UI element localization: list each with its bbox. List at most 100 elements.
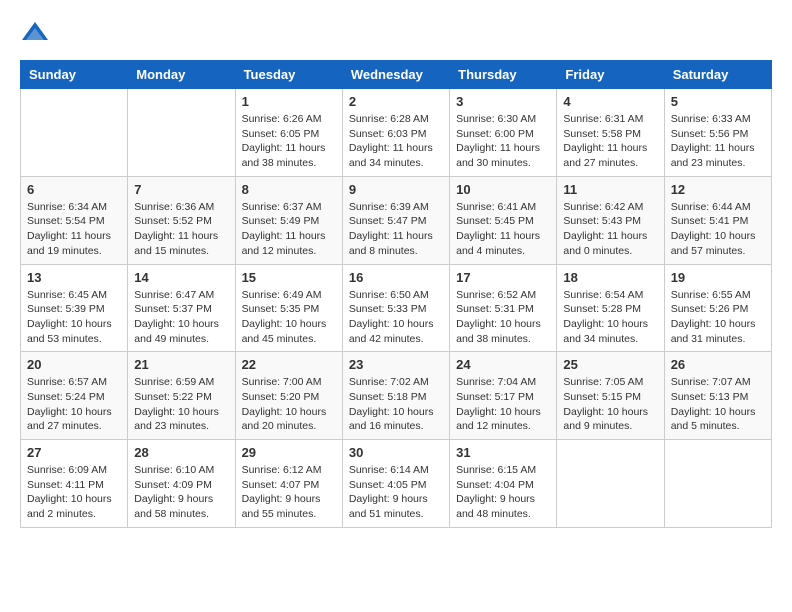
day-number: 6 xyxy=(27,182,121,197)
day-detail: Sunrise: 6:50 AM Sunset: 5:33 PM Dayligh… xyxy=(349,288,443,347)
calendar-cell: 3Sunrise: 6:30 AM Sunset: 6:00 PM Daylig… xyxy=(450,89,557,177)
calendar-cell: 18Sunrise: 6:54 AM Sunset: 5:28 PM Dayli… xyxy=(557,264,664,352)
calendar-cell: 29 Sunrise: 6:12 AM Sunset: 4:07 PM Dayli… xyxy=(235,440,342,528)
calendar-cell xyxy=(557,440,664,528)
day-number: 11 xyxy=(563,182,657,197)
day-detail: Sunrise: 6:55 AM Sunset: 5:26 PM Dayligh… xyxy=(671,288,765,347)
calendar-cell: 31 Sunrise: 6:15 AM Sunset: 4:04 PM Dayli… xyxy=(450,440,557,528)
day-number: 3 xyxy=(456,94,550,109)
day-detail: Sunrise: 7:04 AM Sunset: 5:17 PM Dayligh… xyxy=(456,375,550,434)
calendar-cell xyxy=(664,440,771,528)
day-detail: Sunrise: 6:54 AM Sunset: 5:28 PM Dayligh… xyxy=(563,288,657,347)
day-number: 15 xyxy=(242,270,336,285)
page-header xyxy=(20,20,772,50)
logo-icon xyxy=(20,20,50,50)
day-detail: Sunrise: 6:39 AM Sunset: 5:47 PM Dayligh… xyxy=(349,200,443,259)
day-number: 24 xyxy=(456,357,550,372)
calendar-cell: 30 Sunrise: 6:14 AM Sunset: 4:05 PM Dayli… xyxy=(342,440,449,528)
calendar-week-row: 1 Sunrise: 6:26 AM Sunset: 6:05 PM Daylig… xyxy=(21,89,772,177)
calendar-cell: 27 Sunrise: 6:09 AM Sunset: 4:11 PM Dayli… xyxy=(21,440,128,528)
day-of-week-header: Saturday xyxy=(664,61,771,89)
calendar-cell: 19 Sunrise: 6:55 AM Sunset: 5:26 PM Dayli… xyxy=(664,264,771,352)
day-detail: Sunrise: 6:44 AM Sunset: 5:41 PM Dayligh… xyxy=(671,200,765,259)
day-number: 29 xyxy=(242,445,336,460)
day-detail: Sunrise: 6:37 AM Sunset: 5:49 PM Dayligh… xyxy=(242,200,336,259)
calendar-cell: 2 Sunrise: 6:28 AM Sunset: 6:03 PM Daylig… xyxy=(342,89,449,177)
calendar-cell xyxy=(21,89,128,177)
day-detail: Sunrise: 6:59 AM Sunset: 5:22 PM Dayligh… xyxy=(134,375,228,434)
calendar-cell: 11 Sunrise: 6:42 AM Sunset: 5:43 PM Dayli… xyxy=(557,176,664,264)
day-detail: Sunrise: 6:10 AM Sunset: 4:09 PM Dayligh… xyxy=(134,463,228,522)
calendar-week-row: 13 Sunrise: 6:45 AM Sunset: 5:39 PM Dayli… xyxy=(21,264,772,352)
day-detail: Sunrise: 6:12 AM Sunset: 4:07 PM Dayligh… xyxy=(242,463,336,522)
day-detail: Sunrise: 7:05 AM Sunset: 5:15 PM Dayligh… xyxy=(563,375,657,434)
day-number: 21 xyxy=(134,357,228,372)
day-number: 10 xyxy=(456,182,550,197)
day-detail: Sunrise: 6:15 AM Sunset: 4:04 PM Dayligh… xyxy=(456,463,550,522)
calendar-header-row: SundayMondayTuesdayWednesdayThursdayFrid… xyxy=(21,61,772,89)
day-number: 13 xyxy=(27,270,121,285)
calendar-cell: 24 Sunrise: 7:04 AM Sunset: 5:17 PM Dayli… xyxy=(450,352,557,440)
day-detail: Sunrise: 6:42 AM Sunset: 5:43 PM Dayligh… xyxy=(563,200,657,259)
day-detail: Sunrise: 6:45 AM Sunset: 5:39 PM Dayligh… xyxy=(27,288,121,347)
day-detail: Sunrise: 6:34 AM Sunset: 5:54 PM Dayligh… xyxy=(27,200,121,259)
calendar-cell: 15Sunrise: 6:49 AM Sunset: 5:35 PM Dayli… xyxy=(235,264,342,352)
day-detail: Sunrise: 6:26 AM Sunset: 6:05 PM Dayligh… xyxy=(242,112,336,171)
day-number: 16 xyxy=(349,270,443,285)
day-number: 28 xyxy=(134,445,228,460)
calendar-cell: 14 Sunrise: 6:47 AM Sunset: 5:37 PM Dayli… xyxy=(128,264,235,352)
calendar-cell: 17 Sunrise: 6:52 AM Sunset: 5:31 PM Dayli… xyxy=(450,264,557,352)
calendar-cell: 20Sunrise: 6:57 AM Sunset: 5:24 PM Dayli… xyxy=(21,352,128,440)
calendar-cell: 4 Sunrise: 6:31 AM Sunset: 5:58 PM Daylig… xyxy=(557,89,664,177)
day-number: 9 xyxy=(349,182,443,197)
logo xyxy=(20,20,56,50)
calendar-week-row: 20Sunrise: 6:57 AM Sunset: 5:24 PM Dayli… xyxy=(21,352,772,440)
day-number: 12 xyxy=(671,182,765,197)
calendar-cell: 9 Sunrise: 6:39 AM Sunset: 5:47 PM Daylig… xyxy=(342,176,449,264)
calendar-cell xyxy=(128,89,235,177)
day-number: 14 xyxy=(134,270,228,285)
day-detail: Sunrise: 7:00 AM Sunset: 5:20 PM Dayligh… xyxy=(242,375,336,434)
calendar-cell: 7Sunrise: 6:36 AM Sunset: 5:52 PM Daylig… xyxy=(128,176,235,264)
day-number: 7 xyxy=(134,182,228,197)
day-detail: Sunrise: 6:41 AM Sunset: 5:45 PM Dayligh… xyxy=(456,200,550,259)
day-number: 17 xyxy=(456,270,550,285)
day-of-week-header: Wednesday xyxy=(342,61,449,89)
calendar-cell: 16 Sunrise: 6:50 AM Sunset: 5:33 PM Dayli… xyxy=(342,264,449,352)
day-number: 26 xyxy=(671,357,765,372)
day-number: 19 xyxy=(671,270,765,285)
calendar-cell: 13 Sunrise: 6:45 AM Sunset: 5:39 PM Dayli… xyxy=(21,264,128,352)
day-number: 4 xyxy=(563,94,657,109)
day-number: 8 xyxy=(242,182,336,197)
calendar-cell: 6 Sunrise: 6:34 AM Sunset: 5:54 PM Daylig… xyxy=(21,176,128,264)
calendar-cell: 25Sunrise: 7:05 AM Sunset: 5:15 PM Dayli… xyxy=(557,352,664,440)
day-detail: Sunrise: 6:52 AM Sunset: 5:31 PM Dayligh… xyxy=(456,288,550,347)
calendar-cell: 5Sunrise: 6:33 AM Sunset: 5:56 PM Daylig… xyxy=(664,89,771,177)
calendar-cell: 21 Sunrise: 6:59 AM Sunset: 5:22 PM Dayli… xyxy=(128,352,235,440)
calendar-week-row: 27 Sunrise: 6:09 AM Sunset: 4:11 PM Dayli… xyxy=(21,440,772,528)
calendar-cell: 23Sunrise: 7:02 AM Sunset: 5:18 PM Dayli… xyxy=(342,352,449,440)
calendar-cell: 26 Sunrise: 7:07 AM Sunset: 5:13 PM Dayli… xyxy=(664,352,771,440)
day-number: 2 xyxy=(349,94,443,109)
day-of-week-header: Monday xyxy=(128,61,235,89)
calendar-cell: 10 Sunrise: 6:41 AM Sunset: 5:45 PM Dayli… xyxy=(450,176,557,264)
calendar-cell: 8 Sunrise: 6:37 AM Sunset: 5:49 PM Daylig… xyxy=(235,176,342,264)
calendar-cell: 22Sunrise: 7:00 AM Sunset: 5:20 PM Dayli… xyxy=(235,352,342,440)
day-number: 23 xyxy=(349,357,443,372)
day-detail: Sunrise: 6:47 AM Sunset: 5:37 PM Dayligh… xyxy=(134,288,228,347)
day-number: 31 xyxy=(456,445,550,460)
day-detail: Sunrise: 6:28 AM Sunset: 6:03 PM Dayligh… xyxy=(349,112,443,171)
day-number: 30 xyxy=(349,445,443,460)
day-number: 27 xyxy=(27,445,121,460)
day-detail: Sunrise: 6:09 AM Sunset: 4:11 PM Dayligh… xyxy=(27,463,121,522)
day-detail: Sunrise: 6:14 AM Sunset: 4:05 PM Dayligh… xyxy=(349,463,443,522)
day-detail: Sunrise: 7:07 AM Sunset: 5:13 PM Dayligh… xyxy=(671,375,765,434)
day-of-week-header: Thursday xyxy=(450,61,557,89)
calendar-table: SundayMondayTuesdayWednesdayThursdayFrid… xyxy=(20,60,772,528)
day-detail: Sunrise: 6:31 AM Sunset: 5:58 PM Dayligh… xyxy=(563,112,657,171)
day-number: 5 xyxy=(671,94,765,109)
calendar-week-row: 6 Sunrise: 6:34 AM Sunset: 5:54 PM Daylig… xyxy=(21,176,772,264)
day-number: 1 xyxy=(242,94,336,109)
day-number: 20 xyxy=(27,357,121,372)
day-of-week-header: Sunday xyxy=(21,61,128,89)
